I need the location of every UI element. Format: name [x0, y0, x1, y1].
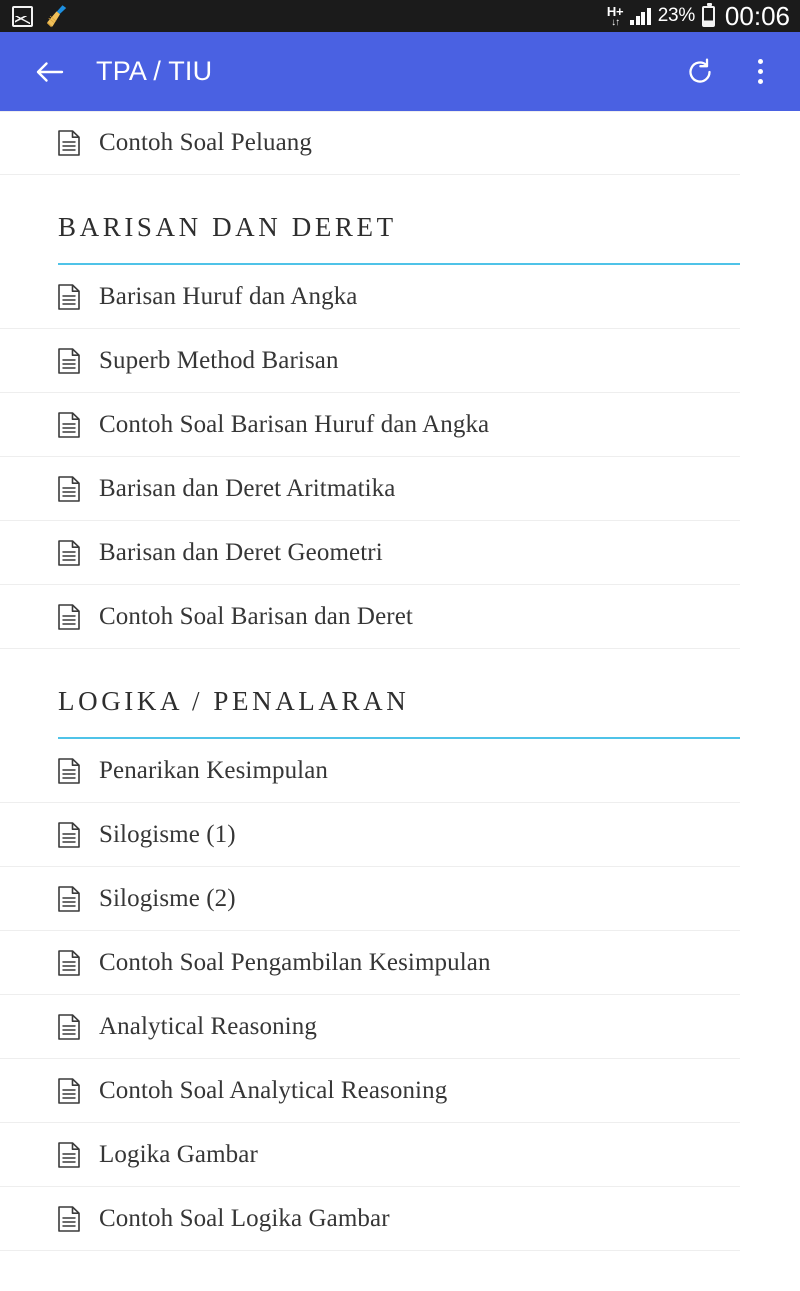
list-item-label: Contoh Soal Logika Gambar: [99, 1204, 390, 1232]
overflow-menu-button[interactable]: [742, 54, 778, 90]
list-item[interactable]: Contoh Soal Peluang: [0, 111, 740, 175]
list-item[interactable]: Logika Gambar: [0, 1123, 740, 1187]
arrow-left-icon: [36, 61, 64, 82]
network-arrows-label: ↓↑: [611, 16, 620, 28]
list-item-label: Barisan Huruf dan Angka: [99, 282, 358, 310]
section-header: BARISAN DAN DERET: [0, 175, 800, 265]
section-header: LOGIKA / PENALARAN: [0, 649, 800, 739]
top-list: Contoh Soal Peluang: [0, 111, 800, 175]
gallery-icon: [12, 5, 33, 27]
battery-percent-label: 23%: [657, 5, 695, 26]
more-vertical-icon: [757, 59, 763, 84]
list-item-label: Superb Method Barisan: [99, 346, 339, 374]
list-item-label: Barisan dan Deret Geometri: [99, 538, 383, 566]
document-icon: [58, 347, 80, 374]
list-item[interactable]: Superb Method Barisan: [0, 329, 740, 393]
document-icon: [58, 1077, 80, 1104]
list-item-label: Contoh Soal Peluang: [99, 129, 313, 156]
list-item[interactable]: Barisan dan Deret Aritmatika: [0, 457, 740, 521]
list-item[interactable]: Contoh Soal Barisan dan Deret: [0, 585, 740, 649]
list-item-label: Contoh Soal Barisan Huruf dan Angka: [99, 410, 490, 438]
status-bar: H+ ↓↑ 23% 00:06: [0, 0, 800, 32]
list-item[interactable]: Silogisme (1): [0, 803, 740, 867]
clock-label: 00:06: [724, 1, 790, 31]
list-item[interactable]: Barisan Huruf dan Angka: [0, 265, 740, 329]
list-item[interactable]: Contoh Soal Logika Gambar: [0, 1187, 740, 1251]
section-title: LOGIKA / PENALARAN: [58, 686, 410, 716]
list-item-label: Contoh Soal Analytical Reasoning: [99, 1076, 448, 1104]
app-bar-actions: [682, 54, 778, 90]
section-header-inner: LOGIKA / PENALARAN: [0, 649, 740, 739]
section: BARISAN DAN DERET Barisan Huruf dan Angk…: [0, 175, 800, 649]
broom-icon: [47, 5, 67, 28]
back-button[interactable]: [32, 55, 66, 89]
document-icon: [58, 1013, 80, 1040]
document-icon: [58, 603, 80, 630]
section-list: Barisan Huruf dan Angka Superb Method Ba…: [0, 265, 800, 649]
list-item-label: Silogisme (1): [99, 820, 236, 848]
list-item[interactable]: Contoh Soal Analytical Reasoning: [0, 1059, 740, 1123]
list-item[interactable]: Contoh Soal Barisan Huruf dan Angka: [0, 393, 740, 457]
list-item[interactable]: Analytical Reasoning: [0, 995, 740, 1059]
list-item[interactable]: Silogisme (2): [0, 867, 740, 931]
bottom-spacer: [0, 1251, 800, 1291]
list-item-label: Penarikan Kesimpulan: [99, 756, 329, 784]
document-icon: [58, 1141, 80, 1168]
list-item-label: Silogisme (2): [99, 884, 236, 912]
list-item[interactable]: Barisan dan Deret Geometri: [0, 521, 740, 585]
app-bar: TPA / TIU: [0, 32, 800, 111]
document-icon: [58, 949, 80, 976]
document-icon: [58, 475, 80, 502]
document-icon: [58, 283, 80, 310]
sections-container: BARISAN DAN DERET Barisan Huruf dan Angk…: [0, 175, 800, 1251]
network-type-icon: H+ ↓↑: [606, 3, 624, 28]
document-icon: [58, 130, 80, 156]
content-scroll-area[interactable]: Contoh Soal Peluang BARISAN DAN DERET Ba…: [0, 111, 800, 1291]
status-bar-notifications: [12, 4, 71, 28]
section-header-inner: BARISAN DAN DERET: [0, 175, 740, 265]
document-icon: [58, 821, 80, 848]
document-icon: [58, 411, 80, 438]
document-icon: [58, 1205, 80, 1232]
signal-strength-icon: [630, 7, 651, 25]
list-item-label: Contoh Soal Pengambilan Kesimpulan: [99, 948, 491, 976]
network-type-label: H+: [606, 3, 624, 19]
refresh-button[interactable]: [682, 54, 718, 90]
document-icon: [58, 757, 80, 784]
refresh-icon: [689, 57, 711, 83]
list-item[interactable]: Contoh Soal Pengambilan Kesimpulan: [0, 931, 740, 995]
document-icon: [58, 539, 80, 566]
list-item-label: Analytical Reasoning: [99, 1012, 317, 1040]
battery-icon: [701, 2, 715, 27]
list-item-label: Contoh Soal Barisan dan Deret: [99, 602, 413, 630]
status-bar-indicators: H+ ↓↑ 23% 00:06: [606, 1, 790, 31]
section: LOGIKA / PENALARAN Penarikan Kesimpulan …: [0, 649, 800, 1251]
list-item-label: Logika Gambar: [99, 1140, 258, 1168]
list-item[interactable]: Penarikan Kesimpulan: [0, 739, 740, 803]
list-item-label: Barisan dan Deret Aritmatika: [99, 474, 396, 502]
section-list: Penarikan Kesimpulan Silogisme (1) Silog…: [0, 739, 800, 1251]
document-icon: [58, 885, 80, 912]
page-title: TPA / TIU: [96, 56, 213, 86]
section-title: BARISAN DAN DERET: [58, 212, 397, 242]
